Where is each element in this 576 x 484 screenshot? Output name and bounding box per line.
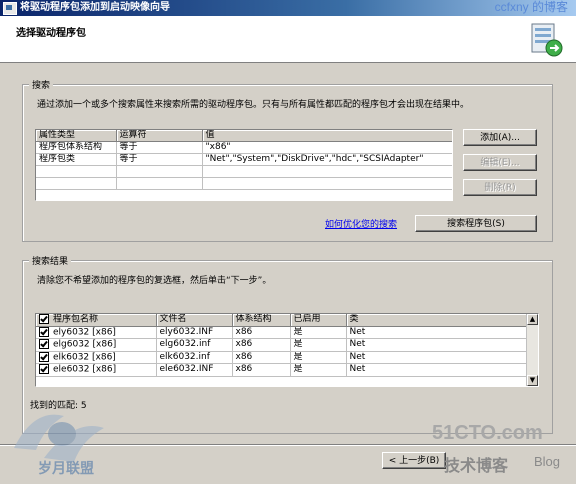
column-header-enabled[interactable]: 已启用 — [290, 314, 347, 327]
table-row[interactable]: ely6032 [x86] ely6032.INF x86 是 Net — [36, 326, 528, 339]
optimize-search-link[interactable]: 如何优化您的搜索 — [325, 217, 397, 230]
column-header-class[interactable]: 类 — [346, 314, 528, 327]
class: Net — [346, 338, 528, 352]
column-label: 程序包名称 — [53, 314, 99, 325]
architecture: x86 — [232, 326, 291, 339]
package-name-cell: elg6032 [x86] — [36, 338, 157, 352]
search-results-group-label: 搜索结果 — [29, 254, 72, 267]
driver-package-wizard-icon — [531, 23, 563, 57]
empty-row[interactable] — [36, 165, 452, 178]
enabled: 是 — [290, 338, 347, 352]
enabled: 是 — [290, 363, 347, 377]
architecture: x86 — [232, 363, 291, 377]
package-checkbox[interactable] — [39, 351, 49, 362]
watermark-blog-suffix: Blog — [534, 454, 561, 469]
file-name: ele6032.INF — [156, 363, 233, 377]
back-button[interactable]: < 上一步(B) — [382, 452, 446, 469]
delete-criteria-button[interactable]: 删除(R) — [463, 179, 537, 196]
criteria-value: "x86" — [202, 141, 452, 154]
watermark-blog: 技术博客 — [444, 458, 509, 475]
criteria-operator: 等于 — [116, 153, 203, 166]
search-group: 搜索 通过添加一个或多个搜索属性来搜索所需的驱动程序包。只有与所有属性都匹配的程… — [22, 78, 553, 242]
table-row[interactable]: elk6032 [x86] elk6032.inf x86 是 Net — [36, 351, 528, 364]
search-criteria-table[interactable]: 属性类型 运算符 值 程序包体系结构 等于 "x86" 程序包类 等于 "Net… — [35, 129, 453, 201]
column-header-file-name[interactable]: 文件名 — [156, 314, 233, 327]
criteria-type: 程序包体系结构 — [36, 141, 117, 154]
table-row[interactable]: 程序包类 等于 "Net","System","DiskDrive","hdc"… — [36, 153, 452, 166]
file-name: elg6032.inf — [156, 338, 233, 352]
search-packages-button[interactable]: 搜索程序包(S) — [415, 215, 537, 232]
class: Net — [346, 351, 528, 364]
enabled: 是 — [290, 326, 347, 339]
table-row[interactable]: ele6032 [x86] ele6032.INF x86 是 Net — [36, 363, 528, 377]
title-bar: 将驱动程序包添加到启动映像向导 ccfxny 的博客 — [0, 0, 576, 16]
column-header-package-name[interactable]: 程序包名称 — [36, 314, 157, 327]
table-row[interactable]: elg6032 [x86] elg6032.inf x86 是 Net — [36, 338, 528, 352]
page-title: 选择驱动程序包 — [16, 28, 86, 39]
edit-criteria-button[interactable]: 编辑(E)... — [463, 154, 537, 171]
search-results-description: 清除您不希望添加的程序包的复选框，然后单击“下一步”。 — [37, 276, 272, 286]
add-criteria-button[interactable]: 添加(A)... — [463, 129, 537, 146]
criteria-type: 程序包类 — [36, 153, 117, 166]
scroll-up-arrow-icon[interactable]: ▲ — [527, 314, 538, 325]
package-checkbox[interactable] — [39, 326, 49, 337]
search-group-label: 搜索 — [29, 78, 54, 91]
search-description: 通过添加一个或多个搜索属性来搜索所需的驱动程序包。只有与所有属性都匹配的程序包才… — [37, 100, 470, 110]
column-header-architecture[interactable]: 体系结构 — [232, 314, 291, 327]
watermark-blog-name: ccfxny 的博客 — [494, 0, 568, 14]
package-name: elg6032 [x86] — [53, 339, 117, 350]
class: Net — [346, 326, 528, 339]
column-header-property-type[interactable]: 属性类型 — [36, 130, 117, 142]
column-header-value[interactable]: 值 — [202, 130, 452, 142]
package-name-cell: ely6032 [x86] — [36, 326, 157, 339]
results-scrollbar[interactable]: ▲ ▼ — [526, 314, 538, 386]
wizard-window-icon — [3, 2, 17, 15]
enabled: 是 — [290, 351, 347, 364]
criteria-operator: 等于 — [116, 141, 203, 154]
window-title: 将驱动程序包添加到启动映像向导 — [20, 2, 170, 13]
file-name: ely6032.INF — [156, 326, 233, 339]
package-checkbox[interactable] — [39, 339, 49, 349]
package-checkbox[interactable] — [39, 364, 49, 374]
column-header-operator[interactable]: 运算符 — [116, 130, 203, 142]
wizard-header: 选择驱动程序包 — [0, 16, 576, 63]
table-row[interactable]: 程序包体系结构 等于 "x86" — [36, 141, 452, 154]
watermark-site: 51CTO.com — [432, 422, 543, 444]
empty-row[interactable] — [36, 177, 452, 190]
file-name: elk6032.inf — [156, 351, 233, 364]
criteria-value: "Net","System","DiskDrive","hdc","SCSIAd… — [202, 153, 452, 166]
package-name: ely6032 [x86] — [53, 327, 116, 337]
architecture: x86 — [232, 351, 291, 364]
architecture: x86 — [232, 338, 291, 352]
watermark-badge-text: 岁月联盟 — [38, 460, 94, 476]
search-results-list[interactable]: 程序包名称 文件名 体系结构 已启用 类 ely6032 [x86] ely60… — [35, 313, 539, 387]
scroll-down-arrow-icon[interactable]: ▼ — [527, 375, 538, 386]
package-name: ele6032 [x86] — [53, 364, 117, 375]
package-name-cell: elk6032 [x86] — [36, 351, 157, 364]
class: Net — [346, 363, 528, 377]
select-all-checkbox[interactable] — [39, 314, 49, 324]
package-name: elk6032 [x86] — [53, 352, 116, 362]
package-name-cell: ele6032 [x86] — [36, 363, 157, 377]
